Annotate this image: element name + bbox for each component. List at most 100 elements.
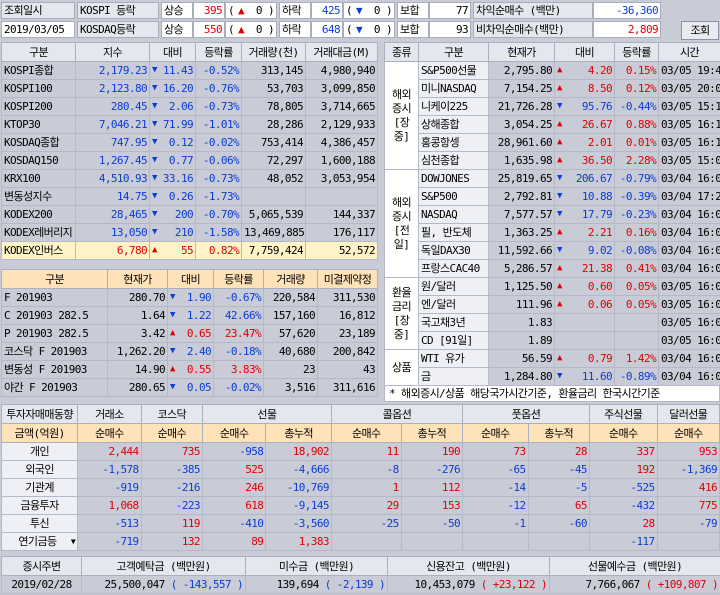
index-change: ▼ 71.99 — [149, 115, 196, 134]
dropdown-arrow-icon[interactable]: ▼ — [71, 534, 76, 550]
down-triangle-icon: ▼ — [152, 191, 157, 201]
index-row[interactable]: KOSPI200 280.45 ▼ 2.06 -0.73% 78,805 3,714,665 — [1, 97, 378, 116]
derivative-row[interactable]: F 201903 280.70 ▼ 1.90 -0.67% 220,584 311,530 — [1, 288, 378, 307]
investor-row[interactable]: 투신 -513 119 -410 -3,560 -25 -50 -1 -60 28 -79 — [0, 514, 720, 533]
market-name: NASDAQ — [418, 205, 489, 224]
world-market-row[interactable]: NASDAQ7,577.57▼ 17.79-0.23%03/04 16:01 — [385, 205, 720, 224]
world-market-row[interactable]: 독일DAX3011,592.66▼ 9.02-0.08%03/04 16:00 — [385, 241, 720, 260]
market-name: 필, 반도체 — [418, 223, 489, 242]
world-market-row[interactable]: 엔/달러111.96▲ 0.060.05%03/05 16:00 — [385, 295, 720, 314]
up-triangle-icon: ▲ — [557, 83, 562, 93]
investor-value: -958 — [201, 442, 267, 461]
index-value: 4,510.93 — [75, 169, 150, 188]
market-price: 1,635.98 — [488, 151, 555, 170]
index-value: 2,179.23 — [75, 61, 150, 80]
world-note: * 해외증시/상품 해당국가시간기준, 환율금리 한국시간기준 — [384, 385, 720, 402]
world-market-row[interactable]: 해외 증시 [전일] DOWJONES 25,819.65 ▼ 206.67 -0.79%… — [384, 169, 720, 278]
up-triangle-icon: ▲ — [557, 227, 562, 237]
group-label: 상품 — [384, 349, 419, 386]
open-interest: 23,189 — [317, 324, 378, 343]
investor-value: 246 — [201, 478, 267, 497]
world-market-row[interactable]: 미니NASDAQ7,154.25▲ 8.500.12%03/05 20:07 — [385, 79, 720, 98]
index-change: ▼ 0.12 — [149, 133, 196, 152]
investor-value: -1,369 — [656, 460, 720, 479]
index-row[interactable]: KOSDAQ종합 747.95 ▼ 0.12 -0.02% 753,414 4,386,45… — [1, 133, 378, 152]
investor-value — [656, 532, 720, 551]
world-market-row[interactable]: 국고채3년1.83 03/05 16:00 — [385, 313, 720, 332]
derivative-row[interactable]: 코스닥 F 201903 1,262.20 ▼ 2.40 -0.18% 40,680 200… — [1, 342, 378, 361]
index-row[interactable]: KODEX레버리지 13,050 ▼ 210 -1.58% 13,469,885 176,1… — [1, 223, 378, 242]
program-trade-label: 차익순매수 (백만) — [473, 2, 593, 19]
index-row[interactable]: KOSDAQ150 1,267.45 ▼ 0.77 -0.06% 72,297 1,600,… — [1, 151, 378, 170]
index-row[interactable]: KRX100 4,510.93 ▼ 33.16 -0.73% 48,052 3,053,95… — [1, 169, 378, 188]
investor-value: -4,666 — [265, 460, 332, 479]
market-rate: -0.79% — [614, 169, 659, 188]
down-triangle-icon: ▼ — [152, 65, 157, 75]
index-row[interactable]: KODEX200 28,465 ▼ 200 -0.70% 5,065,539 144,337 — [1, 205, 378, 224]
market-price: 5,286.57 — [488, 259, 555, 278]
world-market-row[interactable]: 필, 반도체1,363.25▲ 2.210.16%03/04 16:01 — [385, 223, 720, 242]
market-price: 25,819.65 — [488, 169, 555, 188]
world-market-row[interactable]: 상해종합3,054.25▲ 26.670.88%03/05 16:15 — [385, 115, 720, 134]
world-markets-table: 종류 구분 현재가 대비 등락률 시간 해외 증시 [장중] S&P500선물 2,795.80… — [384, 42, 720, 386]
derivative-row[interactable]: 야간 F 201903 280.65 ▼ 0.05 -0.02% 3,516 311,616 — [1, 378, 378, 397]
change-value: 0.12 — [168, 136, 194, 149]
index-value: 6,780 — [75, 241, 150, 260]
advance-decline-name: KOSDAQ등락 — [77, 21, 159, 38]
index-name: KOSPI종합 — [1, 61, 76, 80]
investor-value: 735 — [140, 442, 203, 461]
investor-row[interactable]: 외국인 -1,578 -385 525 -4,666 -8 -276 -65 -45 192 -1,… — [0, 460, 720, 479]
column-header: 종류 — [384, 42, 419, 62]
investor-type: 연기금등 ▼ — [0, 532, 79, 551]
market-time: 03/04 16:01 — [658, 205, 720, 224]
investor-row[interactable]: 개인 2,444 735 -958 18,902 11 190 73 28 337 953 — [0, 442, 720, 461]
market-price: 111.96 — [488, 295, 555, 314]
change-value: 0.65 — [186, 327, 212, 340]
index-name: KOSPI100 — [1, 79, 76, 98]
index-row[interactable]: KODEX인버스 6,780 ▲ 55 0.82% 7,759,424 52,572 — [1, 241, 378, 260]
market-change: ▲ 2.01 — [554, 133, 615, 152]
world-market-row[interactable]: S&P5002,792.81▼ 10.88-0.39%03/04 17:24 — [385, 187, 720, 206]
query-date-value[interactable]: 2019/03/05 — [1, 21, 75, 38]
investor-row[interactable]: 금융투자 1,068 -223 618 -9,145 29 153 -12 65 -432 775 — [0, 496, 720, 515]
up-arrow-icon: ▲ — [238, 4, 245, 17]
index-row[interactable]: KOSPI100 2,123.80 ▼ 16.20 -0.76% 53,703 3,099,… — [1, 79, 378, 98]
market-price: 11,592.66 — [488, 241, 555, 260]
column-header: 거래량 — [263, 269, 318, 289]
investor-row[interactable]: 연기금등 ▼ -719 132 89 1,383 -117 — [0, 532, 720, 551]
change-value: 95.76 — [581, 100, 613, 113]
world-market-row[interactable]: 심천종합1,635.98▲ 36.502.28%03/05 15:00 — [385, 151, 720, 170]
investor-value: -79 — [656, 514, 720, 533]
up-triangle-icon: ▲ — [557, 299, 562, 309]
down-triangle-icon: ▼ — [170, 382, 175, 392]
world-market-row[interactable]: 금1,284.80▼ 11.60-0.89%03/04 16:00 — [385, 367, 720, 386]
change-value: 0.05 — [186, 381, 212, 394]
change-value: 210 — [174, 226, 194, 239]
world-market-row[interactable]: 프랑스CAC405,286.57▲ 21.380.41%03/04 16:00 — [385, 259, 720, 278]
investor-value: 618 — [201, 496, 267, 515]
world-market-row[interactable]: 홍콩항셍28,961.60▲ 2.010.01%03/05 16:13 — [385, 133, 720, 152]
investor-subheader: 총누적 — [265, 423, 332, 443]
market-time: 03/04 16:00 — [658, 241, 720, 260]
query-button[interactable]: 조회 — [681, 21, 719, 40]
index-row[interactable]: KTOP30 7,046.21 ▼ 71.99 -1.01% 28,286 2,129,93… — [1, 115, 378, 134]
market-price: 1,125.50 — [488, 277, 555, 296]
index-row[interactable]: 변동성지수 14.75 ▼ 0.26 -1.73% — [1, 187, 378, 206]
index-volume: 53,703 — [241, 79, 306, 98]
world-market-row[interactable]: 니케이22521,726.28▼ 95.76-0.44%03/05 15:15 — [385, 97, 720, 116]
investor-row[interactable]: 기관계 -919 -216 246 -10,769 1 112 -14 -5 -525 416 — [0, 478, 720, 497]
world-market-row[interactable]: CD [91일]1.89 03/05 16:00 — [385, 331, 720, 350]
world-market-row[interactable]: 환율 금리 [장중] 원/달러 1,125.50 ▲ 0.60 0.05% 03/05 16… — [384, 277, 720, 350]
derivative-rate: -0.67% — [213, 288, 264, 307]
world-market-row[interactable]: 해외 증시 [장중] S&P500선물 2,795.80 ▲ 4.20 0.15% 03/0… — [384, 61, 720, 170]
world-market-row[interactable]: 상품WTI 유가56.59▲ 0.791.42%03/04 16:00 — [384, 349, 720, 386]
derivative-row[interactable]: C 201903 282.5 1.64 ▼ 1.22 42.66% 157,160 16,8… — [1, 306, 378, 325]
decline-limit-count: 0 ) — [373, 23, 393, 36]
investor-subheader: 순매수 — [330, 423, 402, 443]
advance-limit-box: (▲ 0 ) — [225, 2, 277, 19]
derivative-row[interactable]: 변동성 F 201903 14.90 ▲ 0.55 3.83% 23 43 — [1, 360, 378, 379]
funds-amount: 10,453,079 — [414, 578, 481, 591]
derivative-row[interactable]: P 201903 282.5 3.42 ▲ 0.65 23.47% 57,620 23,18… — [1, 324, 378, 343]
index-row[interactable]: KOSPI종합 2,179.23 ▼ 11.43 -0.52% 313,145 4,980,… — [1, 61, 378, 80]
investor-value: 416 — [656, 478, 720, 497]
